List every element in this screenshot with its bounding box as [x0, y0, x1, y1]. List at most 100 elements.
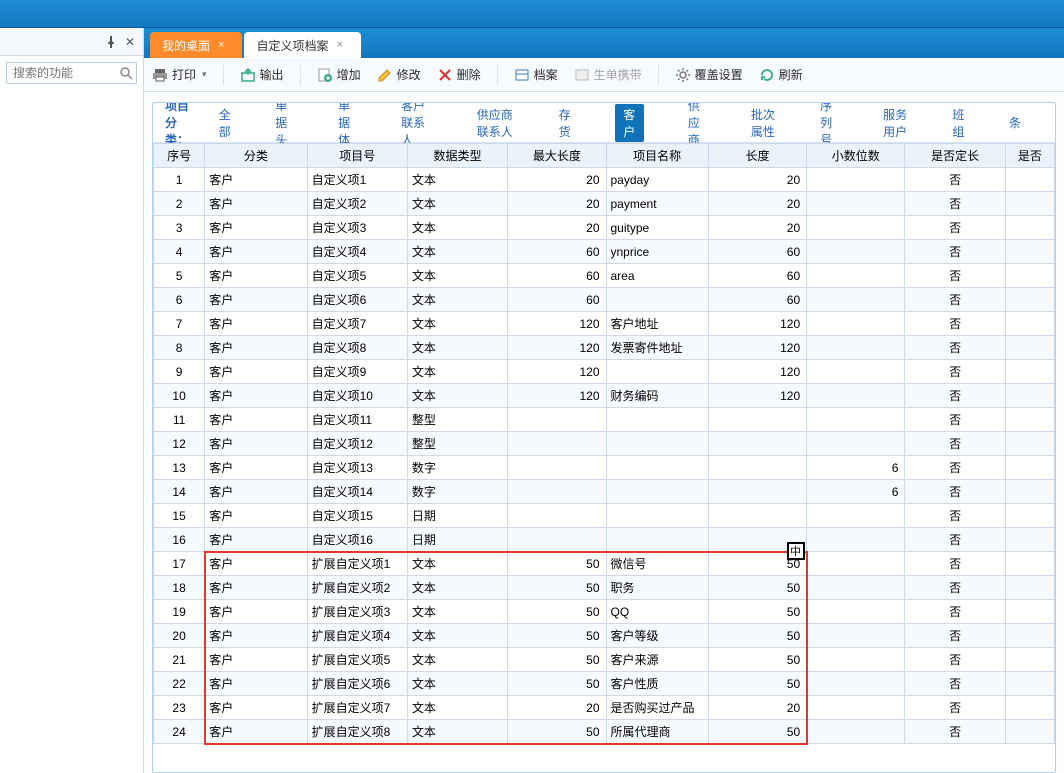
cell[interactable]: 客户: [205, 576, 307, 600]
cell[interactable]: [1005, 408, 1054, 432]
cell[interactable]: [1005, 600, 1054, 624]
cell[interactable]: 20: [708, 192, 806, 216]
cell[interactable]: 自定义项13: [307, 456, 407, 480]
filter-全部[interactable]: 全部: [219, 106, 232, 140]
cell[interactable]: 日期: [407, 504, 507, 528]
filter-客户联系人[interactable]: 客户联系人: [401, 102, 433, 148]
print-button[interactable]: 打印 ▾: [152, 66, 207, 83]
cell[interactable]: 否: [905, 528, 1005, 552]
cell[interactable]: 客户: [205, 336, 307, 360]
cell[interactable]: 扩展自定义项2: [307, 576, 407, 600]
cell[interactable]: 50: [708, 720, 806, 744]
cell[interactable]: 客户: [205, 216, 307, 240]
filter-供应商[interactable]: 供应商: [688, 102, 707, 148]
cover-button[interactable]: 覆盖设置: [675, 66, 743, 83]
cell[interactable]: 客户: [205, 240, 307, 264]
cell[interactable]: [508, 504, 606, 528]
cell[interactable]: 60: [708, 264, 806, 288]
cell[interactable]: [1005, 480, 1054, 504]
cell[interactable]: [807, 168, 905, 192]
cell[interactable]: 客户: [205, 696, 307, 720]
tab-close-icon[interactable]: ×: [218, 39, 224, 51]
cell[interactable]: [1005, 720, 1054, 744]
cell[interactable]: ynprice: [606, 240, 708, 264]
tab-我的桌面[interactable]: 我的桌面×: [150, 32, 242, 58]
cell[interactable]: 20: [708, 216, 806, 240]
cell[interactable]: 20: [154, 624, 205, 648]
cell[interactable]: [807, 672, 905, 696]
cell[interactable]: 客户: [205, 408, 307, 432]
cell[interactable]: [708, 432, 806, 456]
cell[interactable]: 否: [905, 456, 1005, 480]
cell[interactable]: 客户地址: [606, 312, 708, 336]
cell[interactable]: [807, 720, 905, 744]
table-row[interactable]: 13客户自定义项13数字6否: [154, 456, 1055, 480]
cell[interactable]: [606, 528, 708, 552]
pin-icon[interactable]: [105, 36, 117, 48]
cell[interactable]: 客户: [205, 456, 307, 480]
cell[interactable]: 50: [508, 720, 606, 744]
cell[interactable]: 自定义项15: [307, 504, 407, 528]
table-row[interactable]: 18客户扩展自定义项2文本50职务50否: [154, 576, 1055, 600]
cell[interactable]: 6: [154, 288, 205, 312]
cell[interactable]: [606, 504, 708, 528]
cell[interactable]: 客户: [205, 312, 307, 336]
delete-button[interactable]: 删除: [437, 66, 481, 83]
cell[interactable]: 客户: [205, 504, 307, 528]
cell[interactable]: 客户: [205, 480, 307, 504]
cell[interactable]: 18: [154, 576, 205, 600]
cell[interactable]: 20: [508, 696, 606, 720]
cell[interactable]: 50: [508, 648, 606, 672]
cell[interactable]: 否: [905, 600, 1005, 624]
cell[interactable]: 否: [905, 720, 1005, 744]
cell[interactable]: [807, 288, 905, 312]
cell[interactable]: [1005, 360, 1054, 384]
cell[interactable]: 50: [508, 576, 606, 600]
cell[interactable]: 17: [154, 552, 205, 576]
filter-序列号[interactable]: 序列号: [820, 102, 839, 148]
cell[interactable]: 客户: [205, 528, 307, 552]
cell[interactable]: 文本: [407, 240, 507, 264]
cell[interactable]: 50: [508, 672, 606, 696]
table-row[interactable]: 10客户自定义项10文本120财务编码120否: [154, 384, 1055, 408]
cell[interactable]: 文本: [407, 312, 507, 336]
cell[interactable]: 120: [708, 384, 806, 408]
cell[interactable]: 整型: [407, 408, 507, 432]
cell[interactable]: 6: [807, 480, 905, 504]
cell[interactable]: 自定义项9: [307, 360, 407, 384]
cell[interactable]: [1005, 696, 1054, 720]
cell[interactable]: 50: [708, 672, 806, 696]
cell[interactable]: 否: [905, 672, 1005, 696]
cell[interactable]: 自定义项12: [307, 432, 407, 456]
cell[interactable]: 客户: [205, 624, 307, 648]
cell[interactable]: [807, 696, 905, 720]
cell[interactable]: 24: [154, 720, 205, 744]
cell[interactable]: 60: [708, 240, 806, 264]
cell[interactable]: 23: [154, 696, 205, 720]
search-input[interactable]: [6, 62, 137, 84]
cell[interactable]: [807, 240, 905, 264]
cell[interactable]: 职务: [606, 576, 708, 600]
cell[interactable]: [807, 432, 905, 456]
cell[interactable]: 客户: [205, 264, 307, 288]
cell[interactable]: 文本: [407, 288, 507, 312]
cell[interactable]: 文本: [407, 576, 507, 600]
table-row[interactable]: 2客户自定义项2文本20payment20否: [154, 192, 1055, 216]
cell[interactable]: 否: [905, 216, 1005, 240]
cell[interactable]: 自定义项1: [307, 168, 407, 192]
cell[interactable]: 60: [508, 240, 606, 264]
col-header[interactable]: 长度: [708, 144, 806, 168]
cell[interactable]: [708, 408, 806, 432]
cell[interactable]: 数字: [407, 456, 507, 480]
cell[interactable]: 是否购买过产品: [606, 696, 708, 720]
cell[interactable]: 否: [905, 336, 1005, 360]
cell[interactable]: [1005, 312, 1054, 336]
cell[interactable]: [1005, 288, 1054, 312]
cell[interactable]: [508, 528, 606, 552]
table-row[interactable]: 12客户自定义项12整型否: [154, 432, 1055, 456]
tab-自定义项档案[interactable]: 自定义项档案×: [244, 32, 360, 58]
cell[interactable]: 8: [154, 336, 205, 360]
cell[interactable]: 否: [905, 384, 1005, 408]
cell[interactable]: 120: [508, 384, 606, 408]
cell[interactable]: 4: [154, 240, 205, 264]
